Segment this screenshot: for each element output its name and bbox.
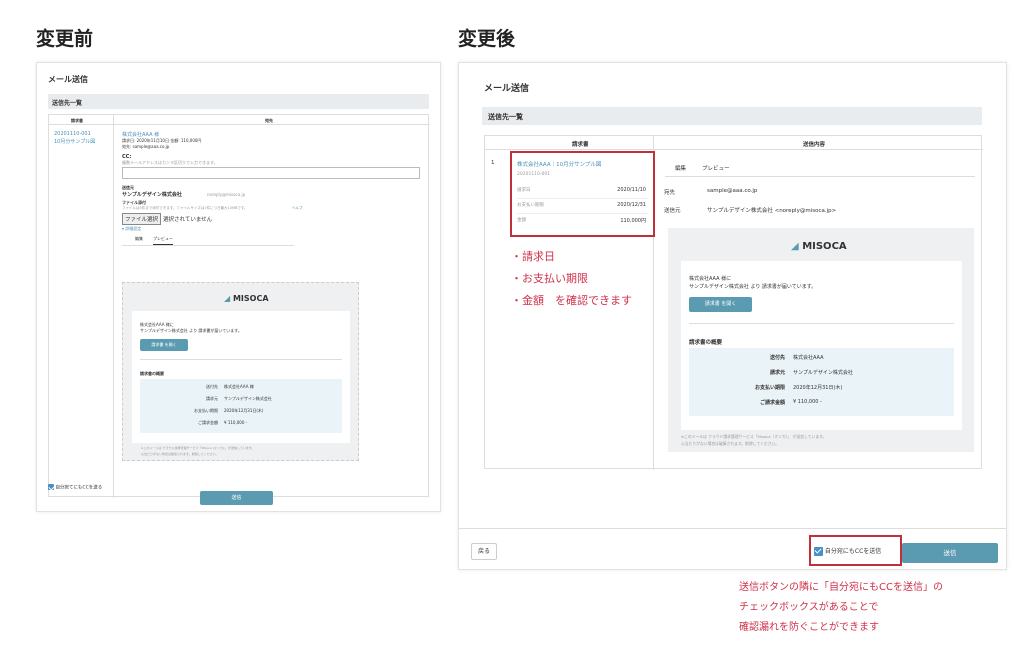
mail-preview: ◢ MISOCA 株式会社AAA 様に サンプルデザイン株式会社 より 請求書が… xyxy=(668,228,974,452)
section-header: 送信先一覧 xyxy=(482,107,982,125)
field-value: 2020/11/10 xyxy=(617,187,646,193)
from-label: 送信元 xyxy=(664,208,681,214)
footer-note2: 心当たりがない場合は破棄されます。削除してください。 xyxy=(141,452,219,456)
annotation-bottom: 送信ボタンの隣に「自分宛にもCCを送信」の チェックボックスがあることで 確認漏… xyxy=(739,582,943,633)
cc-hint: 複数メールアドレスはカンマ区切りで入力できます。 xyxy=(122,160,218,165)
attach-hint: ファイルは5件まで添付できます。ファイルサイズは1件につき最大10MBです。 xyxy=(122,206,248,210)
col-invoice: 請求書 xyxy=(71,118,83,123)
summary-table: 送付先 株式会社AAA 様 請求元 サンプルデザイン株式会社 お支払い期限 20… xyxy=(140,379,342,433)
from-value: サンプルデザイン株式会社 <noreply@misoca.jp> xyxy=(707,208,837,214)
col-to: 宛先 xyxy=(265,118,273,123)
col-content: 送信内容 xyxy=(803,142,826,148)
annotation-left: ・請求日 ・お支払い期限 ・金額 を確認できます xyxy=(511,250,632,307)
back-button[interactable]: 戻る xyxy=(471,543,497,560)
field-value: 110,000円 xyxy=(620,218,646,224)
mail-to: 株式会社AAA 様に xyxy=(689,276,732,282)
field-value: 2020/12/31 xyxy=(617,202,646,208)
tab-edit[interactable]: 編集 xyxy=(135,236,143,242)
field-key: 請求日 xyxy=(517,188,531,193)
summary-key: 送付先 xyxy=(206,384,218,389)
tab-edit[interactable]: 編集 xyxy=(675,164,686,172)
summary-value: 2020年12月31日(木) xyxy=(793,385,843,391)
sender-email: noreply@misoca.jp xyxy=(207,192,246,197)
invoice-id-link[interactable]: 20201110-001 xyxy=(54,131,91,137)
summary-key: 請求元 xyxy=(206,396,218,401)
invoice-id: 20201110-001 xyxy=(517,172,551,177)
cc-self-checkbox[interactable]: 自分宛にもCCを送信 xyxy=(814,546,881,556)
cc-input[interactable] xyxy=(122,167,420,179)
advanced-toggle[interactable]: ▾ 詳細設定 xyxy=(122,226,141,232)
after-panel: メール送信 送信先一覧 請求書 送信内容 1 株式会社AAA｜10月分サンプル図… xyxy=(458,62,1007,570)
summary-key: ご請求金額 xyxy=(198,420,218,425)
before-panel: メール送信 送信先一覧 請求書 宛先 20201110-001 10月分サンプル… xyxy=(36,62,441,512)
attach-help-link[interactable]: ヘルプ xyxy=(292,206,303,211)
to-value: sample@aaa.co.jp xyxy=(707,188,758,194)
summary-key: 請求元 xyxy=(769,370,785,376)
footer-note: ※このメールは クラウド請求管理サービス「Misoca（ミソカ）」 が送信してい… xyxy=(681,434,827,439)
field-key: 金額 xyxy=(517,218,526,223)
summary-value: サンプルデザイン株式会社 xyxy=(224,396,272,401)
summary-value: サンプルデザイン株式会社 xyxy=(793,370,853,376)
open-invoice-button[interactable]: 請求書 を開く xyxy=(689,297,752,312)
summary-key: お支払い期限 xyxy=(754,385,785,391)
recipient-link[interactable]: 株式会社AAA 様 xyxy=(122,131,159,138)
recipients-table: 請求書 宛先 20201110-001 10月分サンプル図 株式会社AAA 様 … xyxy=(48,114,430,498)
summary-value: ¥ 110,000 - xyxy=(224,420,248,425)
section-header: 送信先一覧 xyxy=(48,94,429,109)
open-invoice-button[interactable]: 請求書 を開く xyxy=(140,339,188,351)
to-label: 宛先 xyxy=(664,190,676,196)
col-invoice: 請求書 xyxy=(572,142,589,148)
tab-preview[interactable]: プレビュー xyxy=(153,236,173,245)
footer-note: ※このメールは クラウド請求管理サービス「Misoca (ミソカ)」 が送信して… xyxy=(141,446,255,450)
summary-key: 送付先 xyxy=(769,355,785,361)
page-title: メール送信 xyxy=(48,75,88,84)
file-select-button[interactable]: ファイル選択 xyxy=(122,213,162,225)
summary-value: ¥ 110,000 - xyxy=(793,399,822,405)
send-button[interactable]: 送信 xyxy=(200,491,273,505)
send-button[interactable]: 送信 xyxy=(902,543,998,563)
before-heading: 変更前 xyxy=(36,28,94,50)
mail-preview: ◢ MISOCA 株式会社AAA 様に サンプルデザイン株式会社 より 請求書が… xyxy=(122,282,359,461)
field-key: お支払い期限 xyxy=(517,203,544,208)
summary-value: 株式会社AAA 様 xyxy=(224,384,254,389)
cc-self-checkbox[interactable]: 自分宛てにもCCを送る xyxy=(48,484,102,491)
mail-body: サンプルデザイン株式会社 より 請求書が届いています。 xyxy=(689,284,817,290)
row-number: 1 xyxy=(491,160,495,166)
misoca-logo: ◢ MISOCA xyxy=(224,294,269,303)
summary-title: 請求書の概要 xyxy=(689,340,723,346)
summary-title: 請求書の概要 xyxy=(140,371,164,376)
summary-table: 送付先 株式会社AAA 請求元 サンプルデザイン株式会社 お支払い期限 2020… xyxy=(689,348,954,416)
page-title: メール送信 xyxy=(484,84,530,94)
summary-value: 2020年12月31日(木) xyxy=(224,408,264,413)
misoca-logo: ◢ MISOCA xyxy=(791,241,847,252)
invoice-link[interactable]: 株式会社AAA｜10月分サンプル図 xyxy=(517,160,601,168)
file-status: 選択されていません xyxy=(163,217,213,223)
invoice-title-link[interactable]: 10月分サンプル図 xyxy=(54,138,95,145)
recipient-email: 宛先: sample@aaa.co.jp xyxy=(122,144,170,149)
after-heading: 変更後 xyxy=(458,28,516,50)
summary-value: 株式会社AAA xyxy=(793,355,824,361)
summary-key: お支払い期限 xyxy=(194,408,218,413)
sender-name: サンプルデザイン株式会社 xyxy=(122,192,182,198)
summary-key: ご請求金額 xyxy=(759,400,785,406)
mail-body: サンプルデザイン株式会社 より 請求書が届いています。 xyxy=(140,328,242,333)
footer-note2: 心当たりがない場合は破棄されます。削除してください。 xyxy=(681,441,780,446)
